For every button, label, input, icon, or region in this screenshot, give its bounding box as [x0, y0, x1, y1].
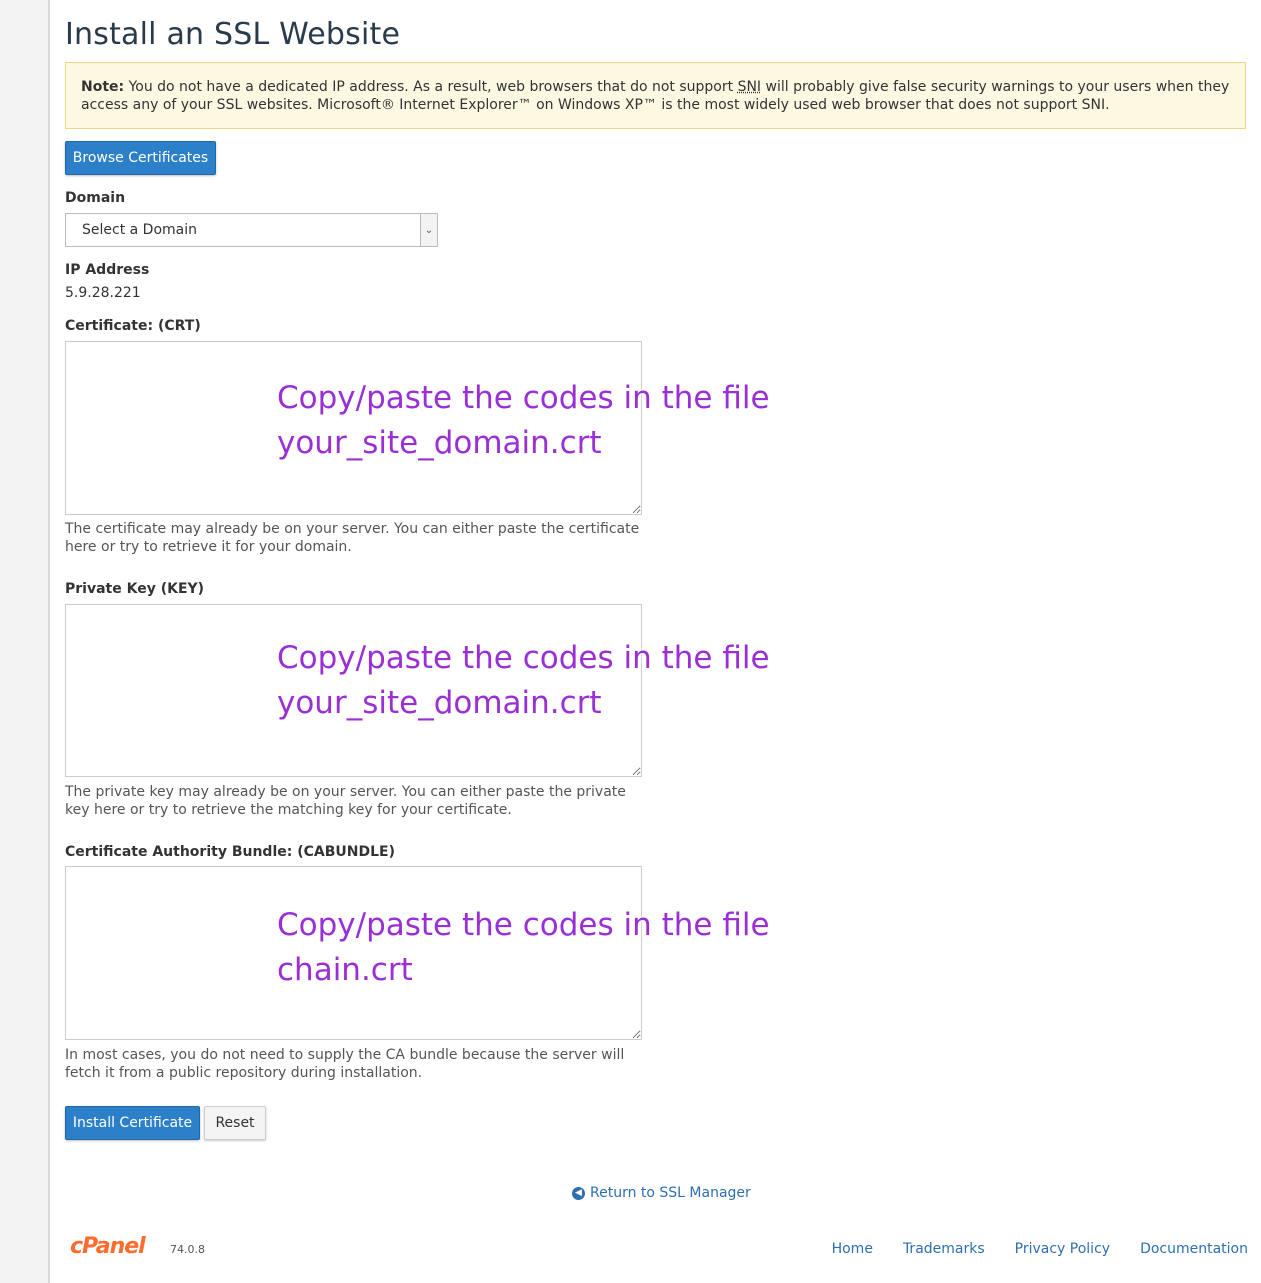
return-to-ssl-manager-link[interactable]: ◀ Return to SSL Manager — [572, 1185, 751, 1201]
cpanel-logo[interactable]: cPanel — [70, 1234, 146, 1259]
sni-abbreviation: SNI — [737, 79, 762, 95]
domain-label: Domain — [65, 190, 126, 206]
footer-links: Home Trademarks Privacy Policy Documenta… — [832, 1241, 1248, 1257]
browse-certificates-button[interactable]: Browse Certificates — [65, 141, 216, 175]
domain-select-value: Select a Domain — [82, 222, 197, 238]
private-key-textarea[interactable] — [65, 604, 642, 777]
left-sidebar-rail — [0, 0, 50, 1283]
certificate-textarea[interactable] — [65, 341, 642, 515]
certificate-help-text: The certificate may already be on your s… — [65, 521, 640, 555]
footer-link-documentation[interactable]: Documentation — [1140, 1241, 1248, 1257]
domain-select[interactable]: Select a Domain ⌄ — [65, 213, 438, 247]
ip-address-value: 5.9.28.221 — [65, 285, 141, 301]
note-label: Note: — [81, 79, 125, 95]
certificate-label: Certificate: (CRT) — [65, 318, 201, 334]
install-certificate-button[interactable]: Install Certificate — [65, 1106, 200, 1140]
reset-button[interactable]: Reset — [204, 1106, 266, 1140]
cabundle-textarea[interactable] — [65, 866, 642, 1040]
cpanel-version: 74.0.8 — [170, 1243, 205, 1256]
footer-link-home[interactable]: Home — [832, 1241, 873, 1257]
ip-address-label: IP Address — [65, 262, 150, 278]
note-text-before: You do not have a dedicated IP address. … — [124, 79, 738, 95]
private-key-help-text: The private key may already be on your s… — [65, 784, 626, 818]
cabundle-label: Certificate Authority Bundle: (CABUNDLE) — [65, 844, 395, 860]
chevron-down-icon[interactable]: ⌄ — [420, 214, 437, 246]
cabundle-help-text: In most cases, you do not need to supply… — [65, 1047, 625, 1081]
sni-warning-note: Note: You do not have a dedicated IP add… — [65, 62, 1246, 129]
private-key-label: Private Key (KEY) — [65, 581, 205, 597]
arrow-left-circle-icon: ◀ — [572, 1186, 585, 1200]
return-link-label: Return to SSL Manager — [590, 1185, 751, 1201]
footer-link-privacy-policy[interactable]: Privacy Policy — [1015, 1241, 1110, 1257]
page-title: Install an SSL Website — [65, 17, 401, 52]
footer-link-trademarks[interactable]: Trademarks — [903, 1241, 985, 1257]
